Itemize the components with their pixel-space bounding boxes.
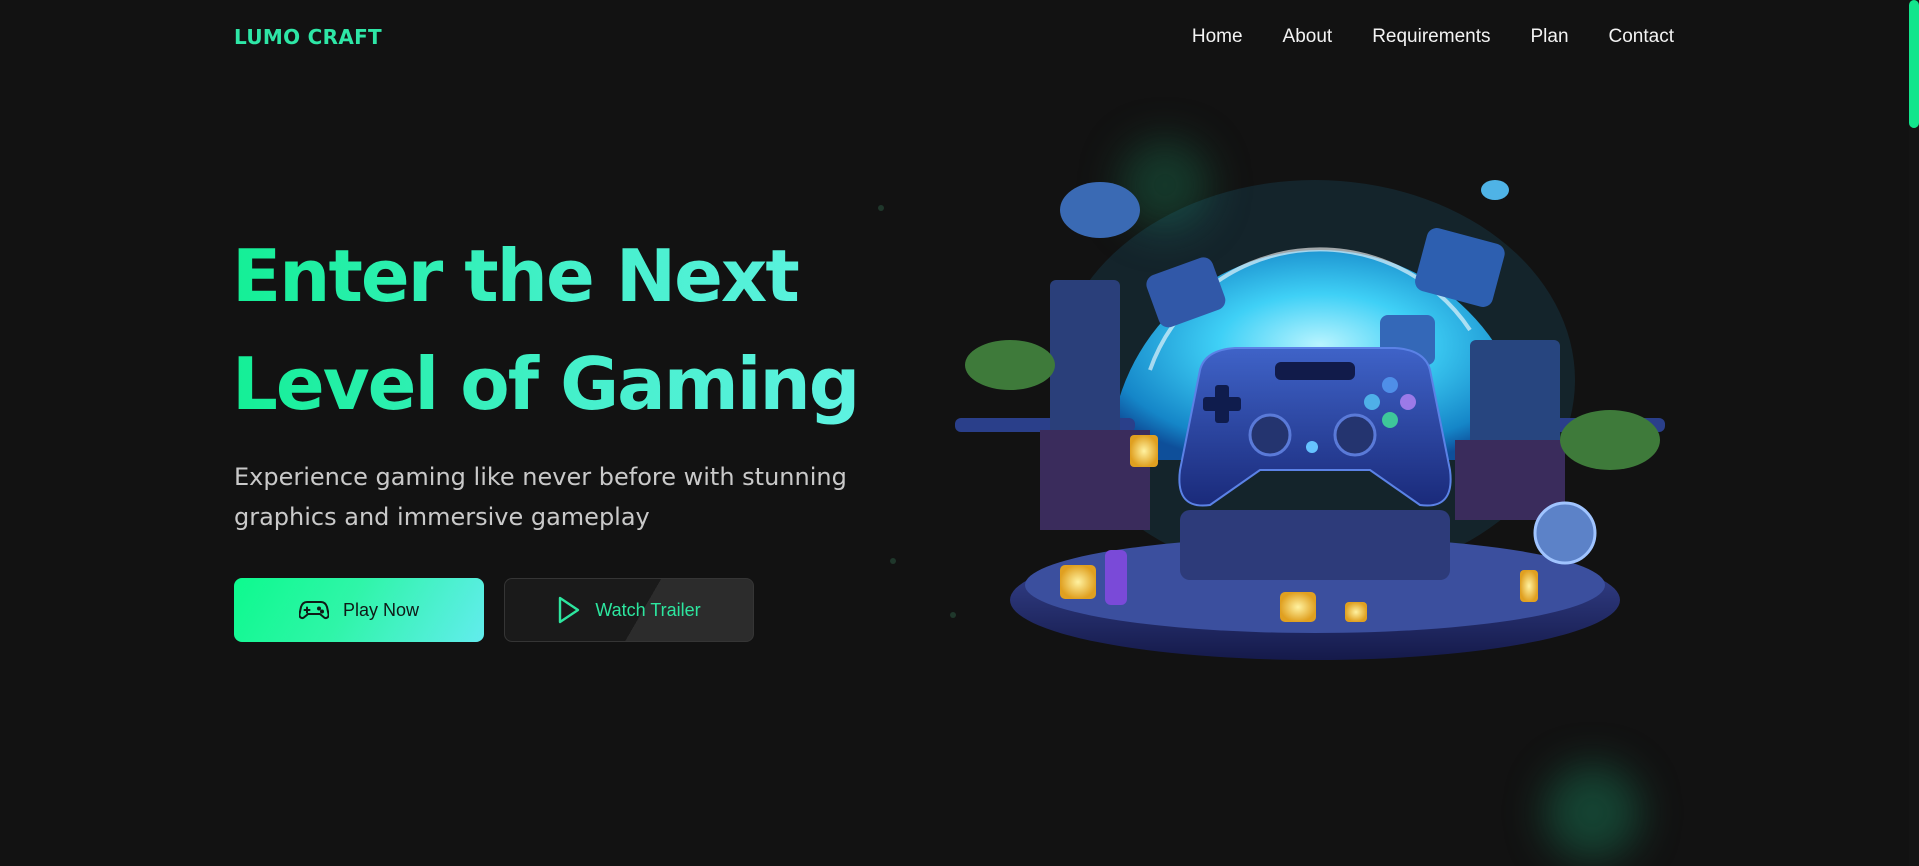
play-now-label: Play Now: [342, 599, 420, 620]
scrollbar-thumb[interactable]: [1909, 0, 1919, 128]
top-navigation: LUMO CRAFT Home About Requirements Plan …: [0, 0, 1919, 75]
watch-trailer-button[interactable]: Watch Trailer: [504, 578, 754, 642]
play-now-button[interactable]: Play Now: [234, 578, 484, 642]
controller-dome-illustration: [950, 140, 1680, 670]
gamepad-icon: [298, 599, 329, 621]
nav-item-contact[interactable]: Contact: [1609, 26, 1674, 48]
hero-subtitle: Experience gaming like never before with…: [234, 463, 847, 531]
nav-item-about[interactable]: About: [1283, 26, 1333, 48]
nav-links: Home About Requirements Plan Contact: [1192, 26, 1674, 48]
hero-title-line-2: Level of Gaming: [232, 342, 859, 426]
background-glow: [1545, 765, 1640, 860]
hero-title: Enter the Next Level of Gaming: [232, 222, 872, 438]
nav-item-requirements[interactable]: Requirements: [1372, 26, 1490, 48]
nav-item-plan[interactable]: Plan: [1530, 26, 1568, 48]
watch-trailer-label: Watch Trailer: [595, 599, 701, 620]
background-dot: [878, 205, 884, 211]
play-triangle-icon: [557, 596, 581, 624]
scrollbar-track[interactable]: [1909, 0, 1919, 866]
background-dot: [890, 558, 896, 564]
brand-logo[interactable]: LUMO CRAFT: [234, 25, 382, 49]
nav-item-home[interactable]: Home: [1192, 26, 1243, 48]
hero-title-line-1: Enter the Next: [232, 234, 798, 318]
